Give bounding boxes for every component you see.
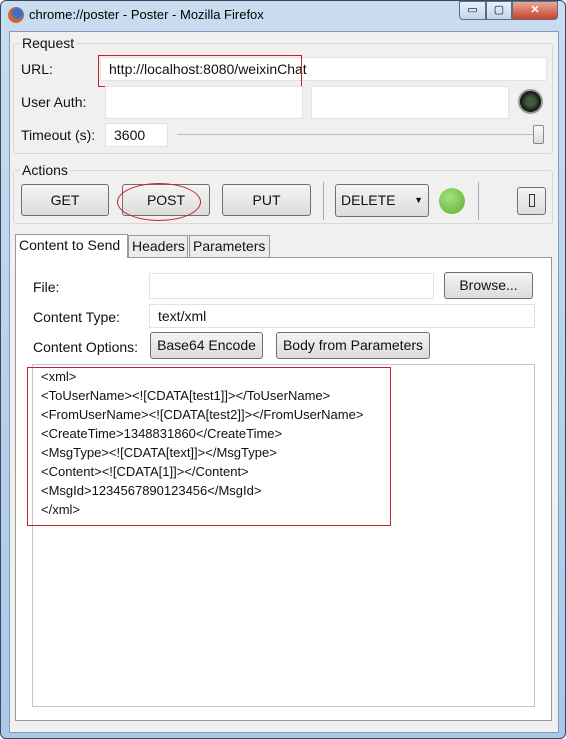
- status-indicator-icon: [439, 188, 465, 214]
- url-annotation-box: [98, 55, 302, 87]
- tab-parameters[interactable]: Parameters: [189, 235, 270, 258]
- get-button[interactable]: GET: [21, 184, 109, 216]
- content-type-label: Content Type:: [33, 309, 120, 325]
- base64-encode-button[interactable]: Base64 Encode: [150, 332, 263, 359]
- window-title: chrome://poster - Poster - Mozilla Firef…: [29, 7, 264, 22]
- timeout-input[interactable]: 3600: [105, 123, 168, 147]
- request-group-label: Request: [20, 35, 77, 51]
- file-label: File:: [33, 279, 60, 295]
- body-annotation-box: [27, 367, 391, 526]
- tab-content-to-send[interactable]: Content to Send: [15, 234, 128, 258]
- put-button[interactable]: PUT: [222, 184, 311, 216]
- divider: [478, 182, 479, 220]
- user-auth-label: User Auth:: [21, 94, 87, 110]
- tab-headers[interactable]: Headers: [128, 235, 188, 258]
- content-type-input[interactable]: text/xml: [149, 304, 535, 328]
- maximize-button[interactable]: ▢: [486, 1, 512, 20]
- file-input[interactable]: [149, 273, 434, 299]
- divider: [323, 182, 324, 220]
- chevron-down-icon: ▼: [414, 195, 423, 205]
- post-annotation-ellipse: [117, 183, 201, 221]
- firefox-logo-icon: [8, 7, 24, 23]
- close-button[interactable]: ✕: [512, 1, 558, 20]
- globe-icon[interactable]: [518, 89, 543, 114]
- switch-icon: [528, 194, 535, 207]
- actions-group-label: Actions: [20, 162, 70, 178]
- browse-button[interactable]: Browse...: [444, 272, 533, 299]
- method-select-value: DELETE: [341, 192, 396, 208]
- minimize-button[interactable]: ▭: [459, 1, 486, 20]
- url-label: URL:: [21, 61, 53, 77]
- method-select[interactable]: DELETE ▼: [335, 184, 429, 217]
- toggle-switch-button[interactable]: [517, 187, 546, 215]
- content-options-label: Content Options:: [33, 339, 139, 355]
- body-from-parameters-button[interactable]: Body from Parameters: [276, 332, 430, 359]
- timeout-label: Timeout (s):: [21, 127, 96, 143]
- username-input[interactable]: [105, 86, 303, 119]
- password-input[interactable]: [311, 86, 509, 119]
- timeout-slider-thumb[interactable]: [533, 125, 544, 144]
- timeout-slider-track[interactable]: [177, 134, 540, 135]
